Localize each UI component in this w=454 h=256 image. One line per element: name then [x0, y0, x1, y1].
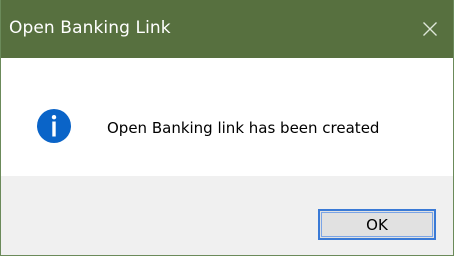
message-dialog: Open Banking Link Open Banking link has … — [0, 0, 454, 256]
message-text: Open Banking link has been created — [107, 119, 380, 137]
close-button[interactable] — [407, 0, 453, 58]
info-icon — [37, 109, 71, 143]
ok-button-label: OK — [366, 215, 388, 234]
button-bar: OK — [1, 176, 453, 255]
window-title: Open Banking Link — [9, 18, 171, 38]
ok-button[interactable]: OK — [318, 209, 436, 240]
title-bar[interactable]: Open Banking Link — [1, 0, 453, 58]
dialog-content: Open Banking link has been created — [1, 58, 453, 176]
close-icon — [423, 22, 437, 36]
